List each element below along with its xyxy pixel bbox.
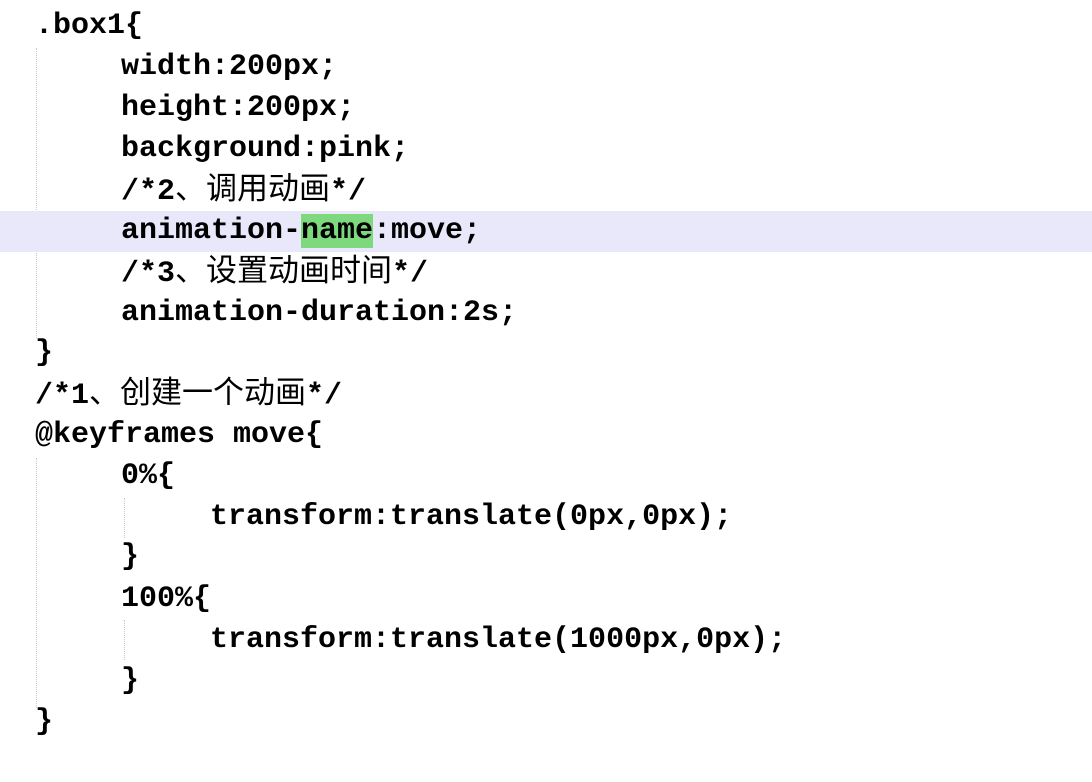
code-line[interactable]: height:200px; (0, 88, 1092, 129)
search-match-highlight: name (301, 214, 374, 248)
comment-line[interactable]: /*2、调用动画*/ (0, 169, 1092, 210)
code-line[interactable]: background:pink; (0, 129, 1092, 170)
code-line[interactable]: } (0, 661, 1092, 702)
comment-close: */ (330, 175, 367, 209)
comment-body: 、设置动画时间 (175, 253, 393, 289)
comment-body: 、调用动画 (175, 171, 331, 207)
code-text: } (121, 540, 140, 574)
comment-text: /*3、设置动画时间*/ (121, 251, 428, 295)
current-line[interactable]: animation-name:move; (0, 211, 1092, 252)
code-line[interactable]: .box1{ (0, 6, 1092, 47)
comment-open: /*1 (35, 379, 90, 413)
code-text: .box1{ (35, 9, 144, 43)
code-after-match: :move; (373, 214, 482, 248)
code-text: animation-duration:2s; (121, 296, 518, 330)
code-text: animation-name:move; (121, 211, 481, 252)
code-text: } (35, 336, 54, 370)
code-line[interactable]: } (0, 702, 1092, 743)
code-line[interactable]: } (0, 537, 1092, 578)
comment-body: 、创建一个动画 (89, 375, 307, 411)
code-text: 0%{ (121, 459, 176, 493)
code-line[interactable]: 0%{ (0, 456, 1092, 497)
code-text: } (121, 664, 140, 698)
code-line[interactable]: 100%{ (0, 579, 1092, 620)
code-text: @keyframes move{ (35, 418, 324, 452)
code-text: width:200px; (121, 50, 338, 84)
comment-open: /*3 (121, 257, 176, 291)
code-text: 100%{ (121, 582, 212, 616)
code-line[interactable]: width:200px; (0, 47, 1092, 88)
code-text: height:200px; (121, 91, 356, 125)
code-line[interactable]: transform:translate(0px,0px); (0, 497, 1092, 538)
code-line[interactable]: @keyframes move{ (0, 415, 1092, 456)
code-editor[interactable]: .box1{ width:200px; height:200px; backgr… (0, 0, 1092, 782)
code-text: transform:translate(0px,0px); (210, 500, 733, 534)
comment-line[interactable]: /*1、创建一个动画*/ (0, 373, 1092, 414)
comment-open: /*2 (121, 175, 176, 209)
comment-line[interactable]: /*3、设置动画时间*/ (0, 251, 1092, 292)
code-line[interactable]: animation-duration:2s; (0, 293, 1092, 334)
code-text: } (35, 705, 54, 739)
code-line[interactable]: } (0, 333, 1092, 374)
comment-text: /*2、调用动画*/ (121, 169, 366, 213)
code-line[interactable]: transform:translate(1000px,0px); (0, 620, 1092, 661)
comment-close: */ (306, 379, 343, 413)
comment-text: /*1、创建一个动画*/ (35, 373, 342, 417)
code-text: background:pink; (121, 132, 410, 166)
comment-close: */ (392, 257, 429, 291)
code-before-match: animation- (121, 214, 302, 248)
code-text: transform:translate(1000px,0px); (210, 623, 787, 657)
